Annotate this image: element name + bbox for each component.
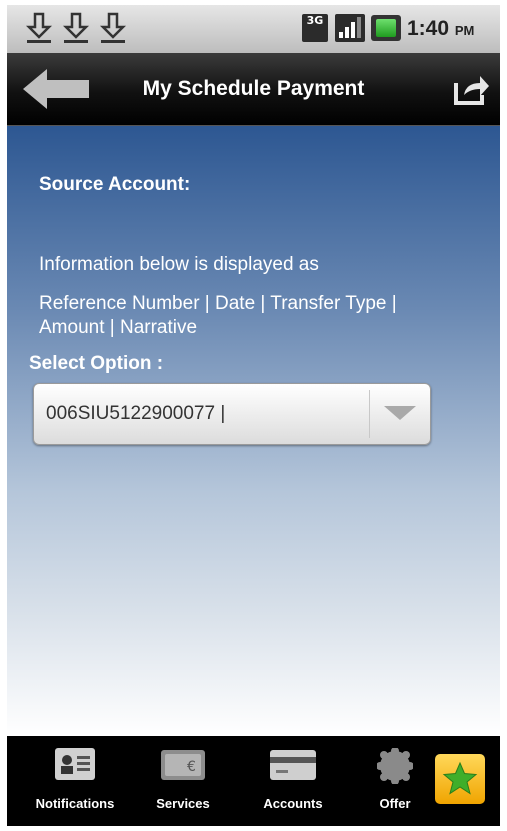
tab-label: Accounts xyxy=(263,796,323,811)
clock-time: 1:40 xyxy=(407,17,450,40)
tab-accounts[interactable]: Accounts xyxy=(247,736,339,826)
option-select[interactable]: 006SIU5122900077 | xyxy=(33,383,431,445)
tab-bar: Notifications € Services Accounts Offer xyxy=(7,736,500,826)
status-bar: 3G 1:40 PM xyxy=(7,5,500,53)
credit-card-icon xyxy=(270,750,316,780)
tab-services[interactable]: € Services xyxy=(141,736,225,826)
network-3g-icon: 3G xyxy=(302,14,328,42)
selected-option: 006SIU5122900077 | xyxy=(46,403,226,424)
chevron-down-icon xyxy=(384,406,416,420)
network-type: 3G xyxy=(306,14,324,27)
info-text: Information below is displayed as xyxy=(39,254,319,275)
download-icon xyxy=(62,11,90,45)
clock: 1:40 PM xyxy=(407,14,474,44)
title-bar: My Schedule Payment xyxy=(7,53,500,126)
back-arrow-icon xyxy=(23,69,89,109)
gear-badge-icon xyxy=(377,748,413,784)
signal-icon xyxy=(335,14,365,42)
svg-text:€: € xyxy=(187,759,196,775)
select-option-label: Select Option : xyxy=(29,353,164,374)
tab-label: Notifications xyxy=(35,796,115,811)
download-icon xyxy=(25,11,53,45)
tab-label: Offer xyxy=(379,796,411,811)
tab-offer[interactable]: Offer xyxy=(363,736,427,826)
star-icon xyxy=(442,761,478,795)
source-account-label: Source Account: xyxy=(39,174,191,195)
app-frame: 3G 1:40 PM My Schedule Payment Source Ac… xyxy=(7,5,500,826)
select-divider xyxy=(369,390,370,438)
format-description: Reference Number | Date | Transfer Type … xyxy=(39,293,397,338)
download-icon xyxy=(99,11,127,45)
main-content: Source Account: Information below is dis… xyxy=(7,126,500,736)
tab-label: Services xyxy=(156,796,210,811)
tab-notifications[interactable]: Notifications xyxy=(25,736,125,826)
battery-icon xyxy=(371,15,401,41)
favorites-button[interactable] xyxy=(435,754,485,804)
page-title: My Schedule Payment xyxy=(142,77,365,100)
back-button[interactable] xyxy=(23,69,89,109)
share-button[interactable] xyxy=(452,71,490,107)
share-icon xyxy=(454,76,489,105)
clock-ampm: PM xyxy=(454,23,475,38)
wallet-icon: € xyxy=(161,750,205,780)
contact-card-icon xyxy=(55,748,95,780)
